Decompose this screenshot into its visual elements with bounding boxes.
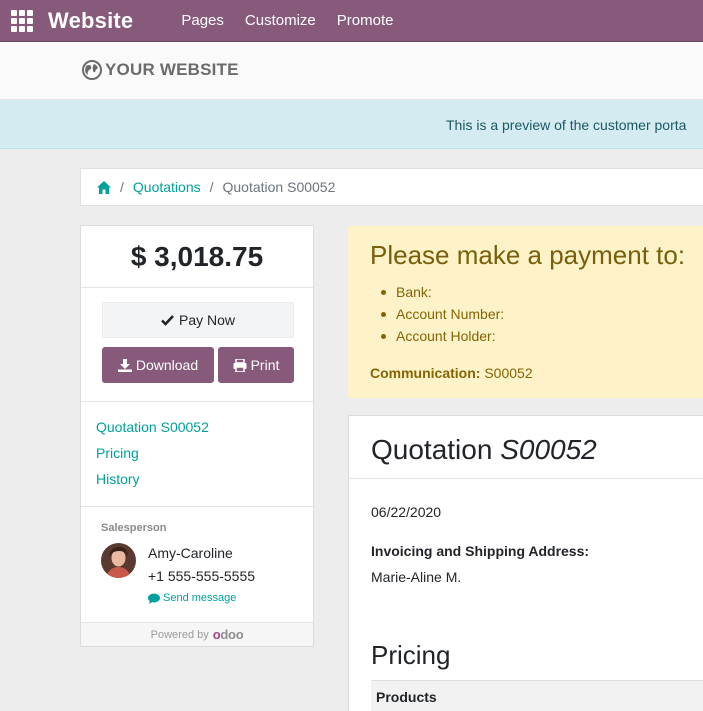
website-logo[interactable]: YOUR WEBSITE [82,60,239,80]
globe-icon [82,60,102,80]
download-icon [117,358,132,372]
link-quotation[interactable]: Quotation S00052 [96,419,209,435]
customer-name: Marie-Aline M. [371,569,462,585]
pay-now-label: Pay Now [178,312,236,328]
website-header: YOUR WEBSITE [0,42,703,100]
divider [349,478,703,479]
payment-communication: Communication: S00052 [370,365,533,381]
breadcrumb-current: Quotation S00052 [222,179,336,195]
link-history[interactable]: History [96,471,209,487]
menu-promote[interactable]: Promote [337,12,394,29]
payment-account-holder: Account Holder: [380,325,504,347]
payment-account-number: Account Number: [380,303,504,325]
breadcrumb-quotations[interactable]: Quotations [133,179,201,195]
logo-text: YOUR WEBSITE [105,60,239,79]
pricing-heading: Pricing [371,640,451,670]
check-icon [161,315,174,326]
menu-customize[interactable]: Customize [245,12,316,29]
payment-title: Please make a payment to: [370,240,686,270]
home-icon[interactable] [97,180,111,194]
quotation-date: 06/22/2020 [371,504,442,520]
link-pricing[interactable]: Pricing [96,445,209,461]
pay-now-button[interactable]: Pay Now [102,302,294,338]
print-label: Print [250,357,280,373]
chat-icon [148,593,160,604]
products-column-header: Products [371,680,703,711]
app-brand[interactable]: Website [48,8,133,34]
salesperson-phone: +1 555-555-5555 [148,568,256,584]
odoo-logo[interactable]: odoo [213,627,244,642]
quotation-title-prefix: Quotation [371,434,493,465]
payment-details-list: Bank: Account Number: Account Holder: [380,281,504,347]
powered-by-label: Powered by [150,628,209,641]
address-label: Invoicing and Shipping Address: [371,543,590,559]
divider [81,401,313,402]
communication-value: S00052 [484,365,533,381]
preview-text: This is a preview of the customer porta [446,117,687,133]
powered-by-footer: Powered by odoo [81,622,313,646]
communication-label: Communication: [370,365,481,381]
print-button[interactable]: Print [218,347,294,383]
payment-bank: Bank: [380,281,504,303]
quotation-number: S00052 [500,434,597,465]
top-menu: Pages Customize Promote [181,12,414,29]
download-label: Download [135,357,199,373]
quotation-title: Quotation S00052 [371,434,597,466]
avatar [101,543,136,578]
total-amount: $ 3,018.75 [81,226,313,288]
section-links: Quotation S00052 Pricing History [96,419,209,497]
send-message-label: Send message [163,592,237,604]
salesperson-name: Amy-Caroline [148,545,233,561]
printer-icon [233,358,247,372]
menu-pages[interactable]: Pages [181,12,224,29]
quotation-card: Quotation S00052 06/22/2020 Invoicing an… [348,415,703,711]
breadcrumb-separator: / [120,179,124,195]
salesperson-label: Salesperson [101,522,167,534]
sidebar-card: $ 3,018.75 Pay Now Download Print Quotat… [80,225,314,647]
divider [81,506,313,507]
breadcrumb: / Quotations / Quotation S00052 [80,168,703,206]
preview-banner: This is a preview of the customer porta [0,100,703,149]
download-button[interactable]: Download [102,347,214,383]
apps-grid-icon[interactable] [10,9,34,33]
breadcrumb-separator: / [209,179,214,195]
payment-instructions: Please make a payment to: Bank: Account … [348,226,703,398]
send-message-link[interactable]: Send message [148,592,236,604]
top-navbar: Website Pages Customize Promote [0,0,703,42]
